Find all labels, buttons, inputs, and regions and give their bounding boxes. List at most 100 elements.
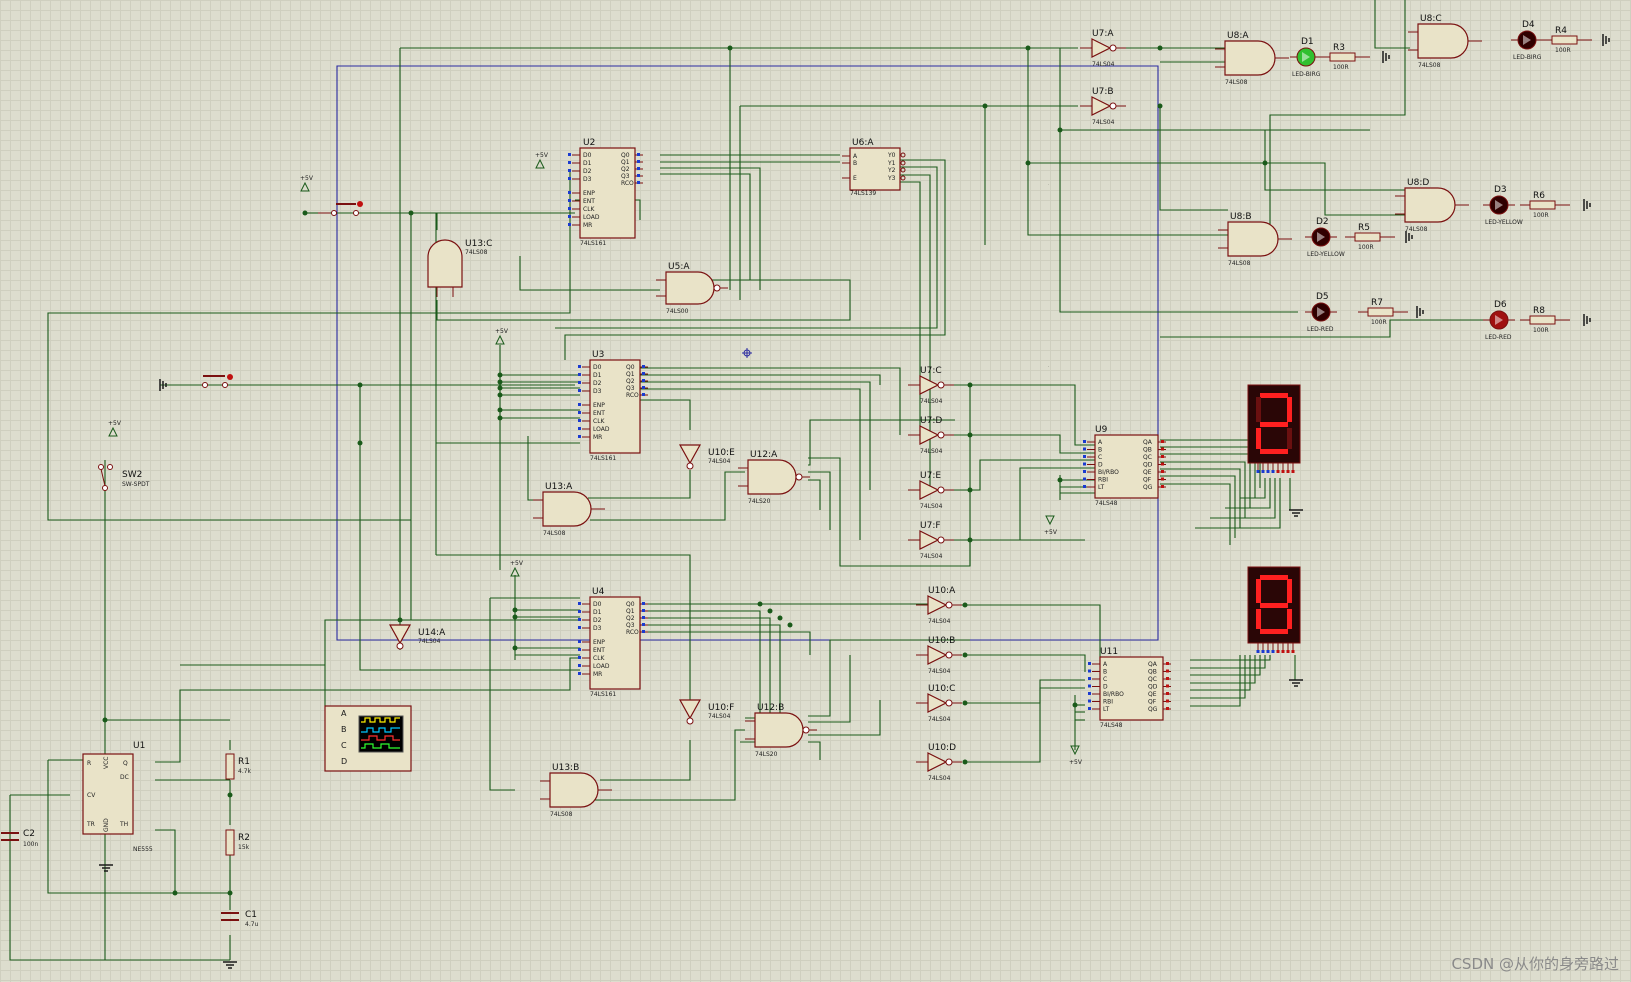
inverter-u7e[interactable]: U7:E 74LS04	[908, 471, 954, 510]
u1-pin-vcc: VCC	[103, 757, 110, 769]
counter-u4-pin-q0: Q0	[626, 601, 635, 608]
bcd-decoder-u9-pin-lt: LT	[1098, 484, 1105, 491]
gate-u5a[interactable]: U5:A 74LS00	[656, 262, 728, 315]
gate-u8d[interactable]: U8:D 74LS08	[1395, 178, 1469, 233]
inverter-u7d[interactable]: U7:D 74LS04	[908, 416, 954, 455]
r4-value: 100R	[1555, 47, 1571, 54]
counter-u3-pin-q3: Q3	[626, 385, 635, 392]
u6a-pin-y3: Y3	[887, 175, 896, 182]
inverter-u10f[interactable]: U10:F74LS04	[678, 699, 734, 725]
capacitor-c1[interactable]: C1 4.7u	[221, 910, 259, 928]
c2-ref: C2	[23, 829, 35, 839]
ground-u1	[99, 864, 113, 872]
segment-g	[1260, 603, 1288, 608]
bcd-decoder-u9-pin-qd: QD	[1143, 462, 1153, 469]
inverter-u7a[interactable]: U7:A 74LS04	[1080, 29, 1126, 68]
counter-u3-pin-d0: D0	[593, 364, 602, 371]
resistor-r1[interactable]: R14.7k	[225, 753, 252, 780]
resistor-r4[interactable]: R4 100R	[1542, 26, 1592, 54]
gate-u8a[interactable]: U8:A 74LS08	[1215, 31, 1289, 86]
inverter-u10a[interactable]: U10:A 74LS04	[916, 586, 962, 625]
gate-u13b[interactable]: U13:B 74LS08	[540, 763, 612, 818]
inverter-u7b[interactable]: U7:B 74LS04	[1080, 87, 1126, 126]
ground-d6	[1583, 314, 1591, 326]
segment-c	[1287, 428, 1292, 449]
resistor-r2[interactable]: R215k	[225, 829, 250, 856]
c2-value: 100n	[23, 841, 38, 848]
led-d3[interactable]: D3 LED-YELLOW	[1483, 185, 1523, 226]
r8-ref: R8	[1533, 306, 1545, 316]
segment-d	[1260, 629, 1288, 634]
u10b-ref: U10:B	[928, 636, 955, 646]
led-d1[interactable]: D1 LED-BIRG	[1290, 37, 1322, 78]
gate-u12b[interactable]: U12:B 74LS20	[745, 703, 817, 758]
u10e-ref: U10:E	[708, 448, 735, 458]
counter-u4-pin-ent: ENT	[593, 647, 605, 654]
gate-u12a[interactable]: U12:A 74LS20	[738, 450, 810, 505]
counter-u2-pin-enp: ENP	[583, 190, 595, 197]
gate-u8c[interactable]: U8:C 74LS08	[1408, 14, 1482, 69]
segment-e	[1256, 609, 1261, 629]
u10d-type: 74LS04	[928, 775, 951, 782]
gate-u13a[interactable]: U13:A 74LS08	[533, 482, 605, 537]
led-d5[interactable]: D5 LED-RED	[1305, 292, 1337, 333]
ground-c1	[223, 961, 237, 969]
d4-ref: D4	[1522, 20, 1535, 30]
d2-type: LED-YELLOW	[1307, 251, 1345, 258]
inverter-u14a[interactable]: U14:A74LS04	[388, 624, 446, 650]
u14a-type: 74LS04	[418, 638, 441, 645]
capacitor-c2[interactable]: C2 100n	[1, 829, 38, 848]
u7d-ref: U7:D	[920, 416, 942, 426]
inverter-u10b[interactable]: U10:B 74LS04	[916, 636, 962, 675]
inverter-u7c[interactable]: U7:C 74LS04	[908, 366, 954, 405]
led-d6[interactable]: D6 LED-RED	[1483, 300, 1515, 341]
resistor-r3[interactable]: R3 100R	[1320, 43, 1370, 71]
r7-value: 100R	[1371, 319, 1387, 326]
u2-ref: U2	[583, 138, 595, 148]
scope-ch-b: B	[341, 725, 347, 734]
counter-u2-pin-clk: CLK	[583, 206, 596, 213]
resistor-r8[interactable]: R8 100R	[1520, 306, 1570, 334]
bcd-decoder-u11-pin-b: B	[1103, 669, 1107, 676]
resistor-r7[interactable]: R7 100R	[1358, 298, 1408, 326]
display-digit-lower: 8	[1048, 366, 1049, 368]
r1-value: 4.7k	[238, 768, 252, 775]
counter-u4-pin-q1: Q1	[626, 608, 635, 615]
led-d2[interactable]: D2 LED-YELLOW	[1305, 217, 1345, 258]
display-digit-upper: 2	[1048, 184, 1049, 186]
led-d4[interactable]: D4 LED-BIRG	[1511, 20, 1543, 61]
gate-u13c[interactable]: U13:C74LS08	[427, 239, 492, 297]
u2-type: 74LS161	[580, 240, 606, 247]
r6-ref: R6	[1533, 191, 1545, 201]
r6-value: 100R	[1533, 212, 1549, 219]
bcd-decoder-u9-pin-qe: QE	[1143, 469, 1152, 476]
u6a-ref: U6:A	[852, 138, 874, 148]
inverter-u10e[interactable]: U10:E74LS04	[678, 444, 735, 470]
schematic-drawing: U2 74LS161 U3 74LS161 U4 74LS161 U6:A 74…	[1, 0, 1610, 969]
inverter-u7f[interactable]: U7:F 74LS04	[908, 521, 954, 560]
inverter-u10d[interactable]: U10:D 74LS04	[916, 743, 962, 782]
oscilloscope[interactable]: A B C D	[324, 705, 412, 772]
bcd-decoder-u11-pin-bi-rbo: BI/RBO	[1103, 691, 1124, 698]
bcd-decoder-u11-pin-d: D	[1103, 684, 1108, 691]
counter-u2-pin-ent: ENT	[583, 198, 595, 205]
supply-u4: +5V	[510, 560, 524, 577]
inverter-u10c[interactable]: U10:C 74LS04	[916, 684, 962, 723]
segment-f	[1256, 397, 1261, 422]
switch-sw2[interactable]: SW2 SW-SPDT	[98, 464, 150, 491]
u13b-type: 74LS08	[550, 811, 573, 818]
u8d-ref: U8:D	[1407, 178, 1429, 188]
r3-ref: R3	[1333, 43, 1345, 53]
sw2-type: SW-SPDT	[122, 481, 150, 488]
counter-u4-pin-d3: D3	[593, 625, 602, 632]
timer-u1[interactable]: U1 NE555 R Q DC CV TR TH VCC GND	[82, 741, 153, 853]
counter-u2-pin-load: LOAD	[583, 214, 600, 221]
gate-u8b[interactable]: U8:B 74LS08	[1218, 212, 1292, 267]
resistor-r6[interactable]: R6 100R	[1520, 191, 1570, 219]
bcd-decoder-u9-pin-qc: QC	[1143, 454, 1152, 461]
bcd-decoder-u9-pin-bi-rbo: BI/RBO	[1098, 469, 1119, 476]
r2-value: 15k	[238, 844, 250, 851]
resistor-r5[interactable]: R5 100R	[1345, 223, 1395, 251]
counter-u3-pin-rco: RCO	[626, 392, 639, 399]
dynamic-components: D0D1D2D3ENPENTCLKLOADMRQ0Q1Q2Q3RCOD0D1D2…	[99, 14, 1610, 969]
